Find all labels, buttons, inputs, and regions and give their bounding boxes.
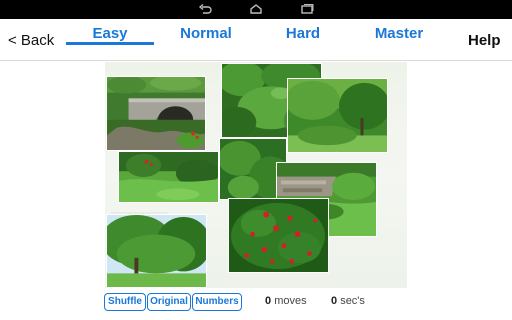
tab-normal[interactable]: Normal — [170, 25, 242, 42]
selected-tab-indicator — [66, 42, 154, 45]
footer-controls: Shuffle Original Numbers 0 moves 0 sec's — [0, 290, 512, 320]
puzzle-tile-sunlit-trees[interactable] — [287, 78, 388, 153]
system-navigation-bar — [0, 0, 512, 19]
puzzle-tile-lawn-bushes[interactable] — [118, 151, 219, 203]
numbers-button[interactable]: Numbers — [192, 293, 242, 311]
recent-apps-icon[interactable] — [300, 3, 314, 16]
timer-display: 0 sec's — [331, 295, 365, 307]
header-bar: < Back Easy Normal Hard Master Help — [0, 19, 512, 61]
help-button[interactable]: Help — [468, 32, 501, 49]
tab-hard[interactable]: Hard — [276, 25, 330, 42]
moves-counter: 0 moves — [265, 295, 307, 307]
home-nav-icon[interactable] — [249, 3, 263, 16]
puzzle-tile-stone-bridge[interactable] — [106, 76, 206, 151]
tab-easy[interactable]: Easy — [66, 25, 154, 42]
puzzle-tile-tall-trees[interactable] — [106, 214, 207, 288]
back-button[interactable]: < Back — [8, 32, 54, 49]
original-button[interactable]: Original — [147, 293, 191, 311]
puzzle-board — [105, 62, 407, 288]
moves-unit: moves — [274, 295, 307, 307]
tab-master[interactable]: Master — [366, 25, 432, 42]
secs-unit: sec's — [340, 295, 365, 307]
puzzle-tile-red-flowers[interactable] — [228, 198, 329, 273]
moves-value: 0 — [265, 295, 272, 307]
shuffle-button[interactable]: Shuffle — [104, 293, 146, 311]
back-nav-icon[interactable] — [198, 3, 212, 16]
secs-value: 0 — [331, 295, 338, 307]
